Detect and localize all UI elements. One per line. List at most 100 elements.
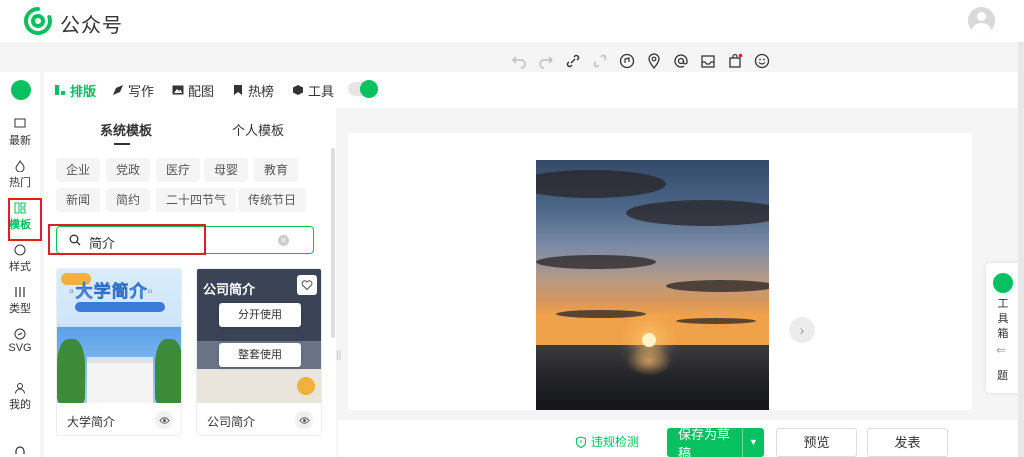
rail-item-mine[interactable]: 我的 (0, 382, 40, 412)
palette-icon (14, 244, 26, 256)
tab-writing[interactable]: 写作 (112, 80, 154, 100)
shield-icon (575, 435, 587, 448)
sunset-image[interactable] (536, 160, 769, 410)
wechat-logo-icon (24, 7, 52, 35)
toggle-switch[interactable] (348, 80, 378, 98)
editor-toolbar (510, 50, 771, 72)
template-caption: 公司简介 (207, 415, 256, 429)
inbox-icon[interactable] (699, 52, 717, 70)
next-arrow-icon[interactable]: › (789, 317, 815, 343)
highlight-box-templates (8, 198, 42, 241)
save-draft-label: 保存为草稿 (678, 426, 731, 457)
plugin-logo-icon (11, 80, 31, 100)
chip-festivals[interactable]: 传统节日 (238, 188, 307, 212)
publish-button[interactable]: 发表 (867, 428, 948, 457)
chip-simple[interactable]: 简约 (106, 188, 151, 212)
thumbnail-title: 公司简介 (203, 282, 256, 297)
tab-layout[interactable]: 排版 (54, 80, 96, 100)
tab-label: 写作 (128, 83, 155, 99)
compliance-check-button[interactable]: 违规检测 (575, 433, 639, 450)
preview-button[interactable]: 预览 (776, 428, 857, 457)
layout-icon (54, 84, 66, 96)
preview-eye-icon[interactable] (295, 411, 313, 429)
rail-item-label: 类型 (9, 303, 31, 315)
headset-icon[interactable] (14, 444, 26, 456)
tab-images[interactable]: 配图 (172, 80, 214, 100)
page-scrollbar[interactable] (1018, 42, 1024, 457)
rail-item-label: 我的 (9, 399, 31, 411)
cube-icon (292, 84, 304, 96)
bookmark-icon (232, 84, 244, 96)
chevron-down-icon[interactable]: ▼ (742, 428, 764, 457)
top-bar: 公众号 (0, 0, 1024, 42)
chip-maternal[interactable]: 母婴 (204, 158, 249, 182)
template-subtabs: 系统模板 个人模板 (44, 108, 336, 148)
user-avatar[interactable] (968, 7, 995, 34)
tab-label: 热榜 (248, 83, 275, 99)
rail-item-latest[interactable]: 最新 (0, 118, 40, 148)
redo-icon[interactable] (537, 52, 555, 70)
toolbox-label: 工具箱 (997, 298, 1009, 340)
chip-party[interactable]: 党政 (106, 158, 151, 182)
rail-item-label: 热门 (9, 177, 31, 189)
svg-icon (14, 328, 26, 340)
template-card-university[interactable]: ·大学简介· 大学简介 (56, 268, 182, 436)
rail-item-styles[interactable]: 样式 (0, 244, 40, 274)
link-icon[interactable] (564, 52, 582, 70)
chip-solar-terms[interactable]: 二十四节气 (156, 188, 237, 212)
panel-scrollbar[interactable] (331, 148, 335, 338)
tab-hotlist[interactable]: 热榜 (232, 80, 274, 100)
save-draft-button[interactable]: 保存为草稿 ▼ (667, 427, 764, 457)
chip-news[interactable]: 新闻 (56, 188, 101, 212)
template-caption: 大学简介 (67, 415, 116, 429)
shop-icon[interactable] (726, 52, 744, 70)
template-thumbnail: 公司简介 分开使用 整套使用 (197, 269, 321, 403)
toolbox-panel[interactable]: 工具箱 ⇐ 题 (986, 263, 1020, 393)
check-label: 违规检测 (591, 435, 640, 449)
collapse-arrow-icon[interactable]: ⇐ (996, 343, 1006, 357)
chat-icon (14, 118, 26, 130)
clear-icon[interactable]: ✕ (278, 235, 289, 246)
use-separately-button[interactable]: 分开使用 (219, 303, 301, 327)
preview-eye-icon[interactable] (155, 411, 173, 429)
template-thumbnail: ·大学简介· (57, 269, 181, 403)
pen-icon (112, 84, 124, 96)
rail-item-svg[interactable]: SVG (0, 328, 40, 354)
rail-item-label: SVG (8, 342, 32, 354)
left-rail: 最新 热门 模板 样式 类型 SVG 我的 (0, 72, 40, 457)
chip-medical[interactable]: 医疗 (156, 158, 201, 182)
music-icon[interactable] (618, 52, 636, 70)
rail-item-hot[interactable]: 热门 (0, 160, 40, 190)
rail-item-types[interactable]: 类型 (0, 286, 40, 316)
panel-resize-handle[interactable]: || (336, 350, 341, 361)
brand-title: 公众号 (60, 15, 123, 37)
rail-item-label: 最新 (9, 135, 31, 147)
subtab-personal-templates[interactable]: 个人模板 (232, 120, 284, 139)
columns-icon (14, 286, 26, 298)
location-icon[interactable] (645, 52, 663, 70)
chip-enterprise[interactable]: 企业 (56, 158, 101, 182)
template-card-company[interactable]: 公司简介 分开使用 整套使用 公司简介 (196, 268, 322, 436)
tab-label: 配图 (188, 83, 215, 99)
undo-icon[interactable] (510, 52, 528, 70)
fire-icon (14, 160, 26, 173)
subtab-system-templates[interactable]: 系统模板 (100, 120, 152, 139)
unlink-icon[interactable] (591, 52, 609, 70)
tab-label: 工具 (308, 83, 335, 99)
user-icon (14, 382, 26, 394)
tab-tools[interactable]: 工具 (292, 80, 334, 100)
image-icon (172, 84, 184, 96)
template-panel: 系统模板 个人模板 企业 党政 医疗 母婴 教育 新闻 简约 二十四节气 传统节… (44, 108, 336, 457)
toolbox-extra-label: 题 (997, 370, 1008, 382)
thumbnail-title: ·大学简介· (69, 282, 155, 302)
chip-education[interactable]: 教育 (254, 158, 299, 182)
emoji-icon[interactable] (753, 52, 771, 70)
subtab-underline (114, 143, 130, 145)
highlight-box-search (48, 224, 206, 255)
top-tabs: 排版 写作 配图 热榜 工具 (44, 72, 1020, 108)
rail-item-label: 样式 (9, 261, 31, 273)
mention-icon[interactable] (672, 52, 690, 70)
use-full-set-button[interactable]: 整套使用 (219, 343, 301, 367)
tab-label: 排版 (70, 83, 97, 99)
favorite-heart-icon[interactable] (297, 275, 317, 295)
